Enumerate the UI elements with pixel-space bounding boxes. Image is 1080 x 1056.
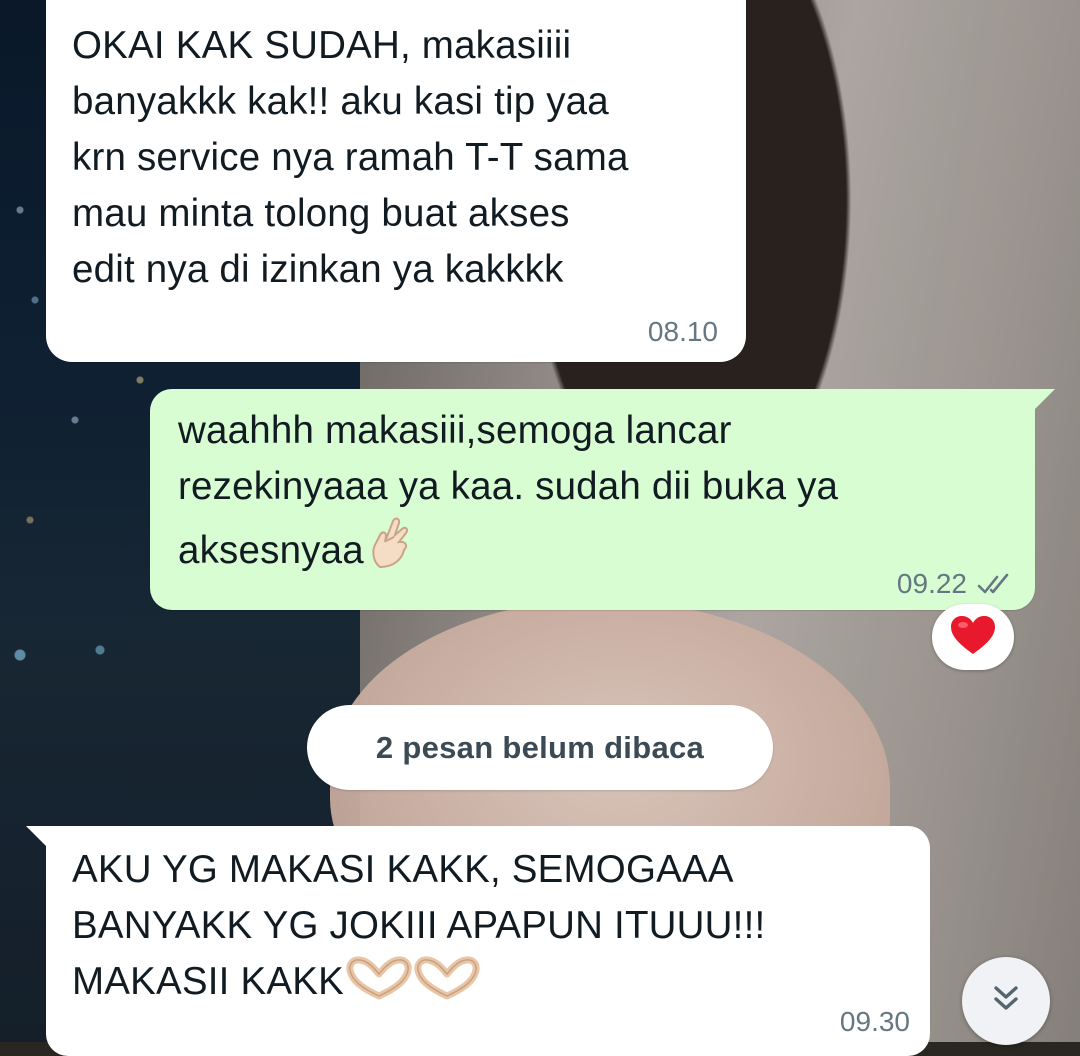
message-meta: 09.22 bbox=[897, 568, 1013, 600]
message-bubble-incoming[interactable]: OKAI KAK SUDAH, makasiiii banyakkk kak!! … bbox=[46, 0, 746, 362]
double-chevron-down-icon bbox=[989, 982, 1023, 1021]
heart-hands-icon bbox=[414, 956, 480, 1016]
reaction-badge[interactable] bbox=[932, 604, 1014, 670]
message-bubble-incoming[interactable]: AKU YG MAKASI KAKK, SEMOGAAA BANYAKK YG J… bbox=[26, 826, 930, 1056]
unread-messages-banner: 2 pesan belum dibaca bbox=[307, 705, 773, 790]
message-meta: 09.30 bbox=[840, 1006, 910, 1038]
scroll-to-bottom-button[interactable] bbox=[962, 957, 1050, 1045]
message-time: 09.22 bbox=[896, 568, 967, 599]
heart-hands-icon bbox=[346, 956, 412, 1016]
red-heart-icon bbox=[949, 614, 997, 661]
message-text: AKU YG MAKASI KAKK, SEMOGAAA BANYAKK YG J… bbox=[72, 842, 900, 1016]
double-check-icon bbox=[977, 572, 1013, 596]
message-meta: 08.10 bbox=[648, 316, 718, 348]
message-bubble-outgoing[interactable]: waahhh makasiii,semoga lancar rezekinyaaa… bbox=[150, 389, 1055, 610]
finger-heart-icon bbox=[366, 515, 414, 585]
message-text: OKAI KAK SUDAH, makasiiii banyakkk kak!! … bbox=[72, 24, 629, 291]
message-text: waahhh makasiii,semoga lancar rezekinyaaa… bbox=[178, 403, 1005, 585]
message-time: 09.30 bbox=[839, 1006, 910, 1037]
message-time: 08.10 bbox=[647, 316, 718, 347]
